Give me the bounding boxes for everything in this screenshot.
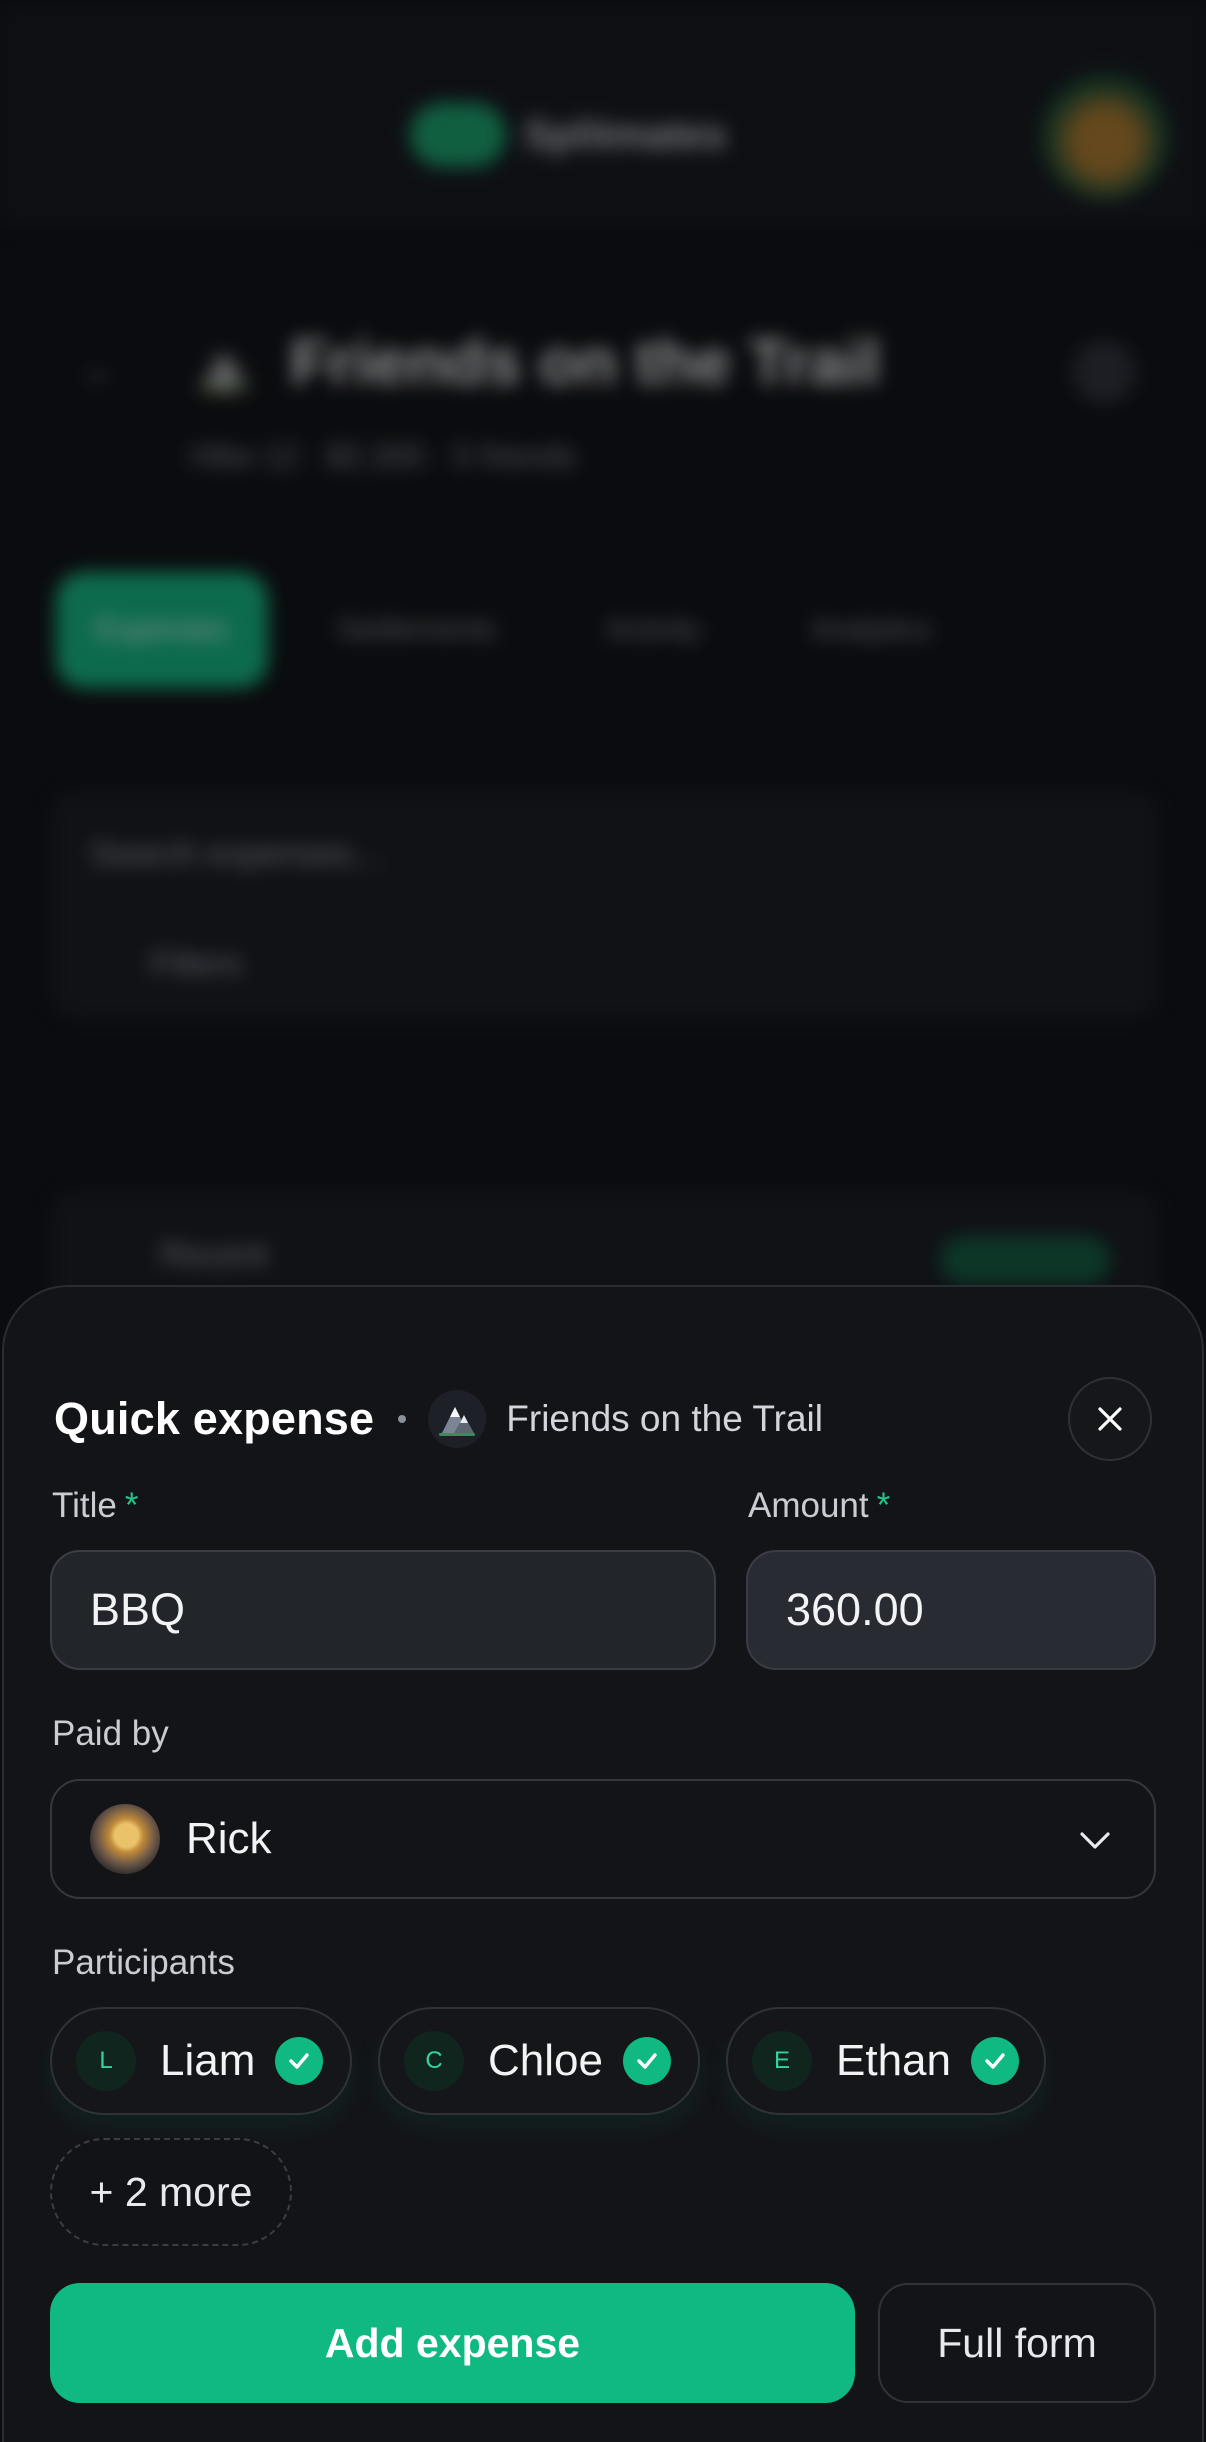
paid-by-label: Paid by (52, 1714, 169, 1753)
more-participants-button[interactable]: + 2 more (50, 2138, 292, 2246)
title-input[interactable]: BBQ (50, 1550, 716, 1670)
chevron-down-icon (1080, 1832, 1110, 1849)
add-expense-button[interactable]: Add expense (50, 2283, 855, 2403)
participant-chip-chloe[interactable]: C Chloe (378, 2007, 700, 2115)
tab-settlements: Settlements (337, 613, 497, 646)
filter-label: Filters (150, 945, 243, 983)
amount-input-value: 360.00 (786, 1584, 924, 1635)
check-icon (622, 2037, 671, 2085)
group-subtitle: Hike 12 · $2,300 · 5 friends (190, 438, 576, 474)
participant-chip-liam[interactable]: L Liam (50, 2007, 352, 2115)
participants-list: L Liam C Chloe E Ethan (50, 2007, 1046, 2115)
participant-name: Ethan (836, 2036, 951, 2085)
search-placeholder: Search expenses... (90, 835, 382, 873)
check-icon (275, 2037, 324, 2085)
tab-activity: Activity (606, 613, 702, 646)
paid-by-select[interactable]: Rick (50, 1779, 1156, 1899)
back-arrow-icon: ← (80, 348, 120, 392)
separator-dot (398, 1415, 407, 1423)
participant-chip-ethan[interactable]: E Ethan (726, 2007, 1046, 2115)
logo-mark-icon (410, 103, 506, 167)
participant-name: Chloe (488, 2036, 603, 2085)
title-label: Title * (52, 1486, 139, 1525)
group-emoji: ⛰️ (196, 341, 254, 393)
participant-initial: L (76, 2031, 136, 2091)
search-card (50, 790, 1160, 1020)
required-mark: * (876, 1486, 891, 1525)
sheet-header: Quick expense Friends on the Trail (54, 1377, 1152, 1461)
tab-expenses: Expenses (56, 572, 268, 688)
amount-label: Amount * (748, 1486, 891, 1525)
participants-label: Participants (52, 1943, 235, 1982)
amount-input[interactable]: 360.00 (746, 1550, 1156, 1670)
group-title: Friends on the Trail (290, 326, 881, 398)
group-menu-icon (1072, 340, 1136, 404)
list-item-label: Recent (160, 1236, 268, 1274)
user-avatar (1040, 70, 1170, 200)
paid-by-value: Rick (186, 1814, 272, 1863)
check-icon (970, 2037, 1019, 2085)
title-input-value: BBQ (90, 1584, 186, 1635)
sheet-title: Quick expense (54, 1393, 375, 1444)
participant-name: Liam (160, 2036, 256, 2085)
mountain-icon (428, 1390, 487, 1448)
sheet-group-name: Friends on the Trail (506, 1398, 823, 1439)
app-logo: Splitmates (410, 100, 740, 170)
close-button[interactable] (1068, 1377, 1152, 1461)
app-root: Splitmates ← ⛰️ Friends on the Trail Hik… (0, 0, 1206, 2442)
tab-bar: Expenses Settlements Activity Analytics (56, 570, 1156, 690)
close-icon (1098, 1407, 1122, 1431)
tab-analytics: Analytics (811, 613, 932, 646)
payer-avatar (90, 1804, 160, 1874)
participant-initial: E (752, 2031, 812, 2091)
full-form-button[interactable]: Full form (878, 2283, 1156, 2403)
participant-initial: C (404, 2031, 464, 2091)
logo-text: Splitmates (524, 112, 727, 157)
amount-pill (940, 1236, 1110, 1284)
required-mark: * (124, 1486, 139, 1525)
